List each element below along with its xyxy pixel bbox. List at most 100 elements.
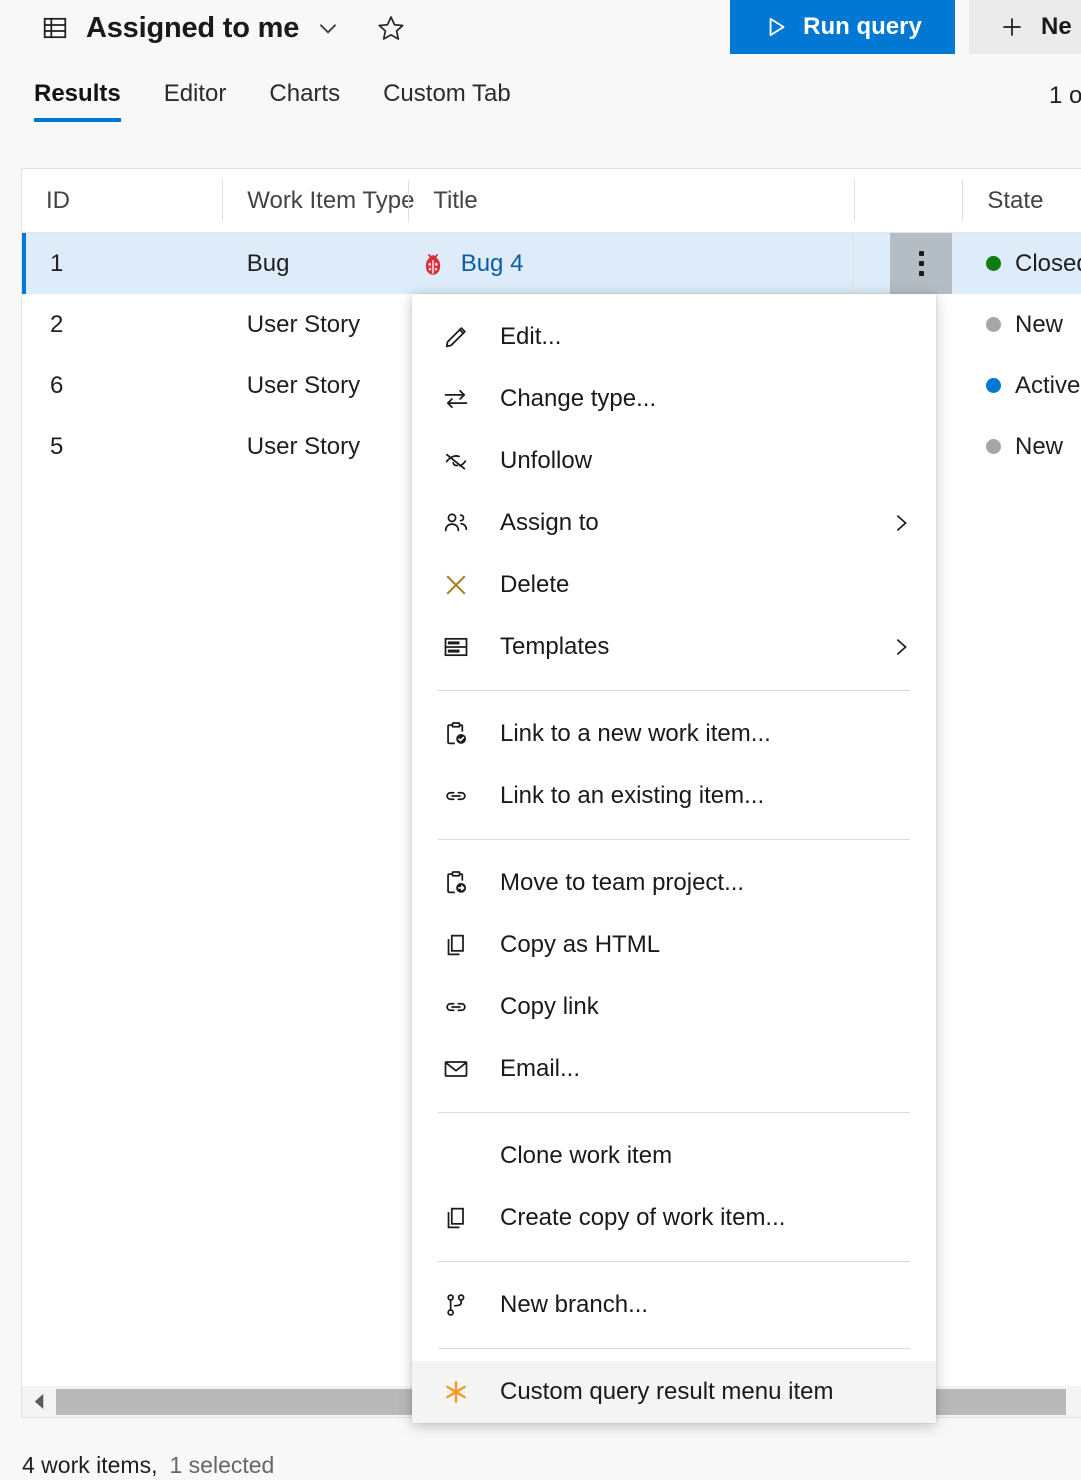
menu-separator xyxy=(438,1261,910,1262)
context-menu-item-assign-to[interactable]: Assign to xyxy=(412,492,936,554)
cell-id: 6 xyxy=(22,355,223,416)
table-row[interactable]: 1 Bug Bug 4 Closed xyxy=(22,233,1081,294)
context-menu-item-templates[interactable]: Templates xyxy=(412,616,936,678)
context-menu-item-clone-work-item[interactable]: Clone work item xyxy=(412,1125,936,1187)
context-menu-label: Custom query result menu item xyxy=(500,1378,912,1406)
status-badge-dot xyxy=(986,378,1001,393)
context-menu-item-edit[interactable]: Edit... xyxy=(412,306,936,368)
eye-off-icon xyxy=(440,445,472,477)
tab-charts[interactable]: Charts xyxy=(269,80,340,122)
context-menu-label: Assign to xyxy=(500,509,878,537)
context-menu-label: Link to an existing item... xyxy=(500,782,912,810)
run-query-label: Run query xyxy=(803,13,922,41)
menu-separator xyxy=(438,1348,910,1349)
context-menu-label: Move to team project... xyxy=(500,869,912,897)
context-menu-item-link-existing-item[interactable]: Link to an existing item... xyxy=(412,765,936,827)
work-item-count-label: 4 work items, xyxy=(22,1452,157,1479)
context-menu-label: Templates xyxy=(500,633,878,661)
state-label: New xyxy=(1015,433,1063,461)
new-work-item-button[interactable]: Ne xyxy=(969,0,1081,54)
context-menu-label: Unfollow xyxy=(500,447,912,475)
context-menu-item-unfollow[interactable]: Unfollow xyxy=(412,430,936,492)
table-grid-icon xyxy=(42,15,68,41)
templates-layout-icon xyxy=(440,631,472,663)
context-menu-label: New branch... xyxy=(500,1291,912,1319)
state-label: Active xyxy=(1015,372,1080,400)
tab-custom-tab[interactable]: Custom Tab xyxy=(383,80,511,122)
row-context-menu: Edit... Change type... Unfollow xyxy=(412,294,936,1423)
menu-separator xyxy=(438,690,910,691)
menu-separator xyxy=(438,839,910,840)
context-menu-item-move-to-team-project[interactable]: Move to team project... xyxy=(412,852,936,914)
cell-work-item-type: User Story xyxy=(223,294,407,355)
cell-state: Closed xyxy=(962,233,1081,294)
swap-arrows-icon xyxy=(440,383,472,415)
chevron-down-icon[interactable] xyxy=(315,15,341,41)
cell-id: 1 xyxy=(22,233,223,294)
envelope-icon xyxy=(440,1053,472,1085)
status-badge-dot xyxy=(986,317,1001,332)
plus-icon xyxy=(999,14,1025,40)
context-menu-label: Edit... xyxy=(500,323,912,351)
chevron-left-icon[interactable] xyxy=(22,1387,56,1417)
menu-separator xyxy=(438,1112,910,1113)
page-title: Assigned to me xyxy=(86,12,299,45)
people-icon xyxy=(440,507,472,539)
play-triangle-icon xyxy=(763,14,789,40)
status-badge-dot xyxy=(986,439,1001,454)
context-menu-item-email[interactable]: Email... xyxy=(412,1038,936,1100)
status-bar: 4 work items, 1 selected xyxy=(22,1452,274,1479)
context-menu-label: Clone work item xyxy=(500,1142,912,1170)
context-menu-item-link-new-work-item[interactable]: Link to a new work item... xyxy=(412,703,936,765)
cell-id: 2 xyxy=(22,294,223,355)
result-count-label: 1 o xyxy=(1049,82,1081,110)
column-header-work-item-type[interactable]: Work Item Type xyxy=(222,180,408,222)
selected-count-label: 1 selected xyxy=(169,1452,274,1479)
column-header-spacer xyxy=(854,180,963,222)
pencil-icon xyxy=(440,321,472,353)
context-menu-label: Delete xyxy=(500,571,912,599)
context-menu-label: Copy as HTML xyxy=(500,931,912,959)
state-label: New xyxy=(1015,311,1063,339)
close-x-icon xyxy=(440,569,472,601)
cell-state: New xyxy=(962,294,1081,355)
new-button-label: Ne xyxy=(1041,13,1072,41)
link-chain-icon xyxy=(440,991,472,1023)
context-menu-item-copy-as-html[interactable]: Copy as HTML xyxy=(412,914,936,976)
column-header-title[interactable]: Title xyxy=(408,180,853,222)
ladybug-icon xyxy=(419,250,447,278)
column-header-state[interactable]: State xyxy=(962,180,1081,222)
copy-icon xyxy=(440,929,472,961)
cell-work-item-type: Bug xyxy=(223,233,407,294)
context-menu-label: Create copy of work item... xyxy=(500,1204,912,1232)
clipboard-check-icon xyxy=(440,718,472,750)
asterisk-star-icon xyxy=(440,1376,472,1408)
tab-editor[interactable]: Editor xyxy=(164,80,227,122)
cell-work-item-type: User Story xyxy=(223,355,407,416)
context-menu-item-create-copy-of-work-item[interactable]: Create copy of work item... xyxy=(412,1187,936,1249)
cell-title: Bug 4 xyxy=(407,233,853,294)
run-query-button[interactable]: Run query xyxy=(730,0,955,54)
copy-icon xyxy=(440,1202,472,1234)
link-chain-icon xyxy=(440,780,472,812)
grid-header-row: ID Work Item Type Title State xyxy=(22,169,1081,233)
context-menu-item-custom-query-result[interactable]: Custom query result menu item xyxy=(412,1361,936,1423)
context-menu-label: Link to a new work item... xyxy=(500,720,912,748)
column-header-id[interactable]: ID xyxy=(22,180,222,222)
context-menu-item-change-type[interactable]: Change type... xyxy=(412,368,936,430)
chevron-right-icon xyxy=(890,636,912,658)
context-menu-label: Email... xyxy=(500,1055,912,1083)
cell-state: Active xyxy=(962,355,1081,416)
more-vertical-icon[interactable] xyxy=(890,233,952,294)
chevron-right-icon xyxy=(890,512,912,534)
git-branch-icon xyxy=(440,1289,472,1321)
context-menu-item-copy-link[interactable]: Copy link xyxy=(412,976,936,1038)
context-menu-label: Change type... xyxy=(500,385,912,413)
cell-id: 5 xyxy=(22,416,223,477)
tab-results[interactable]: Results xyxy=(34,80,121,122)
context-menu-item-new-branch[interactable]: New branch... xyxy=(412,1274,936,1336)
star-outline-icon[interactable] xyxy=(377,14,405,42)
state-label: Closed xyxy=(1015,250,1081,278)
context-menu-item-delete[interactable]: Delete xyxy=(412,554,936,616)
work-item-title-link[interactable]: Bug 4 xyxy=(461,250,524,278)
